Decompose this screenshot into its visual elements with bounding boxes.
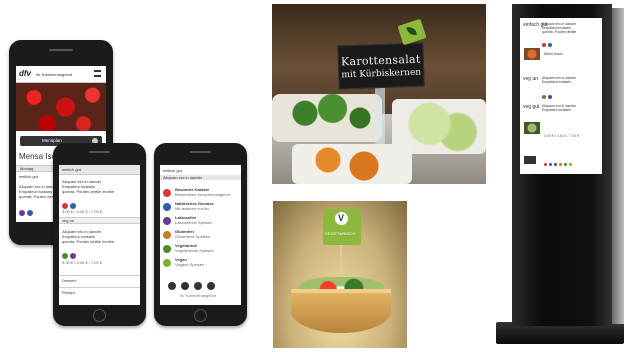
legend-top-line: Aliquam ero in dander — [160, 175, 241, 180]
kiosk-side-panel — [612, 8, 624, 324]
badge-icon — [70, 202, 76, 209]
kiosk-food-thumbnail — [524, 122, 540, 134]
app-title: Ihr Kantinenangebot — [36, 72, 73, 77]
diet-badge-icon — [163, 217, 171, 225]
phone-2: smilich gut Aliquam ero in dander Empali… — [53, 143, 146, 326]
price-text: 3.00 € / 4.40 € / 7.00 € — [62, 260, 103, 265]
diet-badges — [19, 204, 35, 222]
badge-icon — [27, 209, 33, 216]
diet-badge-icon — [163, 231, 171, 239]
kiosk-line: quenta. Pouten dertile — [542, 30, 577, 34]
phone-2-screen: smilich gut Aliquam ero in dander Empali… — [59, 165, 140, 305]
list-line: quenta. Pouten dertile imolhe — [62, 239, 115, 244]
badge-icon — [19, 209, 25, 216]
legend-item: Besonder Kantine Besonderes Vorsprechange… — [163, 187, 239, 201]
dish-sign-line1: Karottensalat — [340, 52, 421, 69]
flag-text: VEGETARISCH — [325, 231, 356, 236]
legend-item: Laktosefrei Laktosefreie Speisen — [163, 215, 239, 229]
diet-badge-icon — [163, 245, 171, 253]
dish-sign: Karottensalat mit Kürbiskernen — [337, 42, 425, 90]
phone-3: smilich gut Aliquam ero in dander Besond… — [154, 143, 247, 326]
phone-1-speaker — [49, 49, 73, 51]
legend-item: Vegetarisch Vegetarische Speisen — [163, 243, 239, 257]
brand-logo: dfv — [19, 69, 31, 78]
badge-icon — [62, 252, 68, 259]
vegetarian-flag: V VEGETARISCH — [323, 209, 361, 245]
home-button[interactable] — [194, 309, 207, 322]
menu-icon[interactable] — [94, 70, 101, 77]
kiosk-block-title: veg an — [523, 76, 539, 82]
leaf-icon — [406, 25, 418, 38]
phone-3-screen: smilich gut Aliquam ero in dander Besond… — [160, 165, 241, 305]
facebook-icon[interactable] — [181, 281, 189, 290]
kiosk-line: Empalieui incisaris — [542, 108, 571, 112]
kiosk-food-thumbnail — [524, 48, 540, 60]
tart-shell — [291, 289, 391, 333]
legend-item: Natürliches Gemüse Mit anderen nur bio — [163, 201, 239, 215]
legend-sub: Laktosefreie Speisen — [175, 220, 213, 225]
footer-item[interactable]: Rezept — [59, 287, 140, 297]
twitter-icon[interactable] — [194, 281, 202, 290]
price-text: 3.00 € / 4.40 € / 7.00 € — [62, 209, 103, 214]
diet-badge-icon — [163, 259, 171, 267]
legend-sub: Glutenfreie Speisen — [175, 234, 211, 239]
v-logo-icon: V — [335, 212, 348, 225]
legend-sub: Vegane Speisen — [175, 262, 205, 267]
kiosk-footer-logo — [524, 156, 536, 164]
kiosk-screen: einfach gut Aliquam ero in dander Empali… — [520, 18, 602, 174]
diet-badge-icon — [163, 189, 171, 197]
kiosk-block-title: veg gut — [523, 104, 540, 110]
legend-sub: Vegetarische Speisen — [175, 248, 214, 253]
salad-photo: Karottensalat mit Kürbiskernen — [272, 4, 486, 184]
legend-sub: Mit anderen nur bio — [175, 206, 210, 211]
kiosk-price: 3.00 € / 4.40 € / 7.00 € — [544, 134, 580, 138]
legend-sub: Besonderes Vorsprechangebot — [175, 192, 230, 197]
vegetarian-flag — [397, 18, 427, 46]
footer-text: Ihr Kantinenangebot — [180, 293, 217, 298]
salad-bowl-broccoli — [272, 94, 382, 142]
badge-icon — [70, 252, 76, 259]
list-line: quenta. Pouten dertile imolhe — [62, 189, 115, 194]
legend-top-line: smilich gut — [163, 168, 182, 173]
home-button[interactable] — [93, 309, 106, 322]
phone-3-speaker — [190, 151, 211, 153]
mail-icon[interactable] — [207, 281, 215, 290]
salad-bowl-carrots — [292, 144, 412, 184]
kiosk-legend-dots — [544, 156, 574, 174]
sub-header: veg an — [59, 217, 140, 224]
kiosk-line: Empalieui incisaris — [542, 80, 571, 84]
info-kiosk: einfach gut Aliquam ero in dander Empali… — [496, 4, 636, 348]
legend-item: Vegan Vegane Speisen — [163, 257, 239, 271]
menu-plan-button-label: Menüplan — [42, 138, 62, 143]
kiosk-item-label: Menü Ursen — [544, 52, 564, 56]
menu-item-title: smilich gut — [19, 174, 38, 179]
footer-item[interactable]: Dessert — [59, 275, 140, 285]
tart-photo: V VEGETARISCH — [273, 201, 407, 348]
diet-badge-icon — [163, 203, 171, 211]
dish-sign-line2: mit Kürbiskernen — [341, 67, 422, 81]
glass-sign-holder — [375, 82, 385, 144]
legend-item: Glutenfrei Glutenfreie Speisen — [163, 229, 239, 243]
list-header: smilich gut — [59, 165, 140, 175]
badge-icon — [62, 202, 68, 209]
phone-2-speaker — [89, 151, 110, 153]
legend-list: Besonder Kantine Besonderes Vorsprechange… — [163, 187, 239, 271]
share-icon[interactable] — [168, 281, 176, 290]
hero-image-tomatoes — [16, 83, 106, 131]
